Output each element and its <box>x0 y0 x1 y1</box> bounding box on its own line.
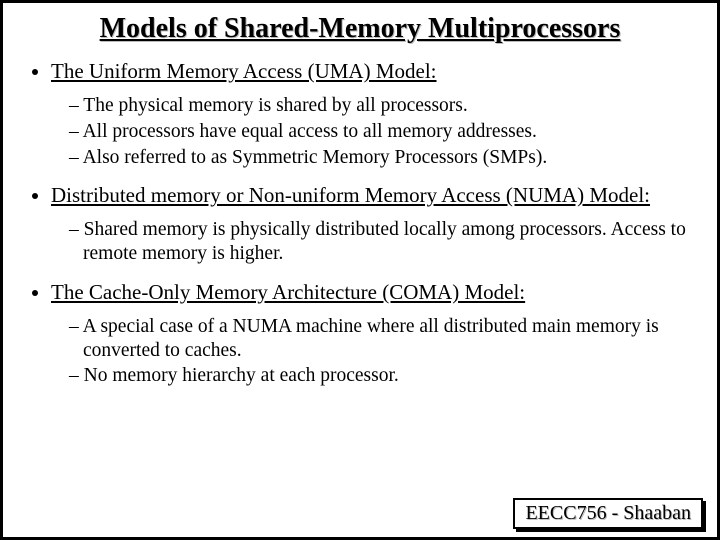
section-uma: The Uniform Memory Access (UMA) Model: T… <box>51 59 695 169</box>
list-item: No memory hierarchy at each processor. <box>69 364 695 388</box>
list-item: The physical memory is shared by all pro… <box>69 94 695 118</box>
slide-title: Models of Shared-Memory Multiprocessors <box>25 13 695 45</box>
section-heading: The Cache-Only Memory Architecture (COMA… <box>51 280 525 304</box>
section-coma: The Cache-Only Memory Architecture (COMA… <box>51 280 695 388</box>
content-list: The Uniform Memory Access (UMA) Model: T… <box>25 59 695 388</box>
section-numa: Distributed memory or Non-uniform Memory… <box>51 183 695 266</box>
list-item: A special case of a NUMA machine where a… <box>69 315 695 363</box>
list-item: All processors have equal access to all … <box>69 120 695 144</box>
footer: EECC756 - Shaaban <box>513 498 703 529</box>
sub-list: Shared memory is physically distributed … <box>51 218 695 266</box>
list-item: Also referred to as Symmetric Memory Pro… <box>69 146 695 170</box>
sub-list: The physical memory is shared by all pro… <box>51 94 695 169</box>
footer-label: EECC756 - Shaaban <box>513 498 703 529</box>
sub-list: A special case of a NUMA machine where a… <box>51 315 695 388</box>
section-heading: The Uniform Memory Access (UMA) Model: <box>51 59 437 83</box>
section-heading: Distributed memory or Non-uniform Memory… <box>51 183 650 207</box>
list-item: Shared memory is physically distributed … <box>69 218 695 266</box>
slide: Models of Shared-Memory Multiprocessors … <box>0 0 720 540</box>
